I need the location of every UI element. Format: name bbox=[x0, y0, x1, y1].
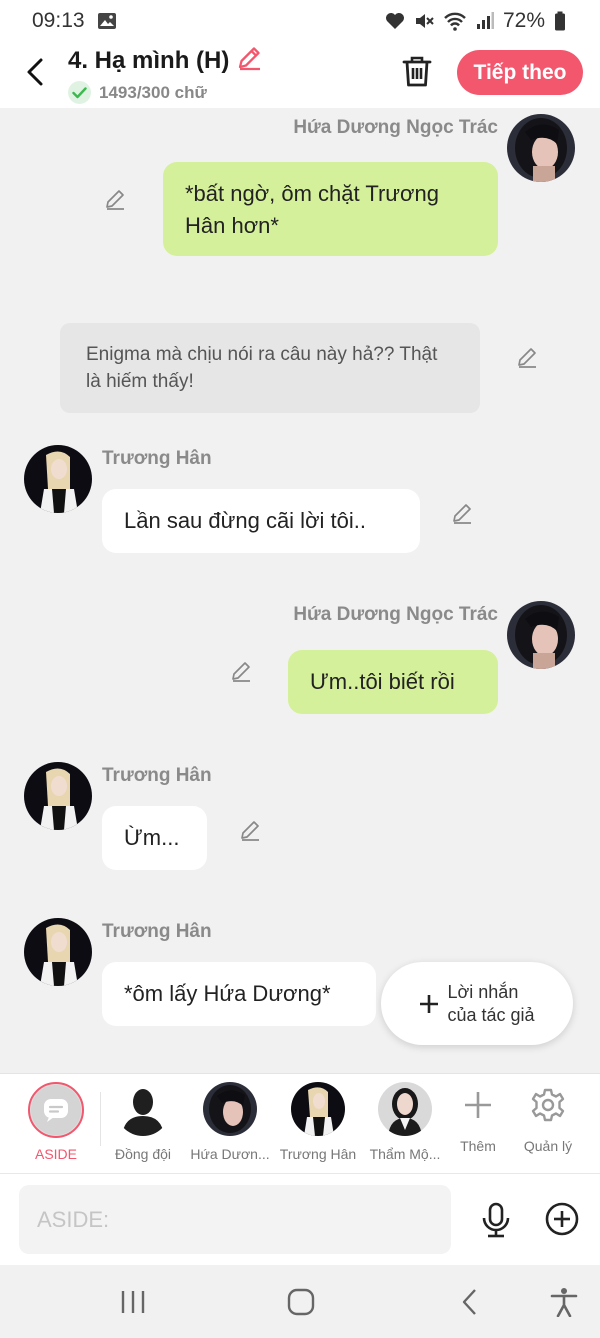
sender-name: Trương Hân bbox=[102, 448, 212, 469]
wifi-icon bbox=[443, 11, 467, 31]
home-button[interactable] bbox=[281, 1285, 321, 1319]
character-tham-mo[interactable]: Thẩm Mộ... bbox=[365, 1082, 445, 1162]
title-block: 4. Hạ mình (H) 1493/300 chữ bbox=[68, 44, 263, 104]
author-note-button[interactable]: Lời nhắn của tác giả bbox=[381, 962, 573, 1045]
add-attachment-button[interactable] bbox=[544, 1201, 580, 1237]
silhouette-icon bbox=[116, 1082, 170, 1136]
home-icon bbox=[287, 1288, 315, 1316]
author-note-label-2: của tác giả bbox=[447, 1004, 535, 1025]
chevron-left-icon bbox=[462, 1289, 476, 1315]
accessibility-button[interactable] bbox=[544, 1285, 584, 1319]
battery-icon bbox=[554, 11, 566, 31]
plus-icon bbox=[451, 1082, 505, 1128]
character-aside[interactable]: ASIDE bbox=[16, 1082, 96, 1162]
sender-name: Hứa Dương Ngọc Trác bbox=[293, 117, 498, 138]
avatar bbox=[203, 1082, 257, 1136]
manage-button[interactable]: Quản lý bbox=[508, 1082, 588, 1154]
author-note-label-1: Lời nhắn bbox=[447, 981, 519, 1002]
chapter-header: 4. Hạ mình (H) 1493/300 chữ Tiếp theo bbox=[0, 42, 600, 108]
microphone-icon bbox=[482, 1202, 510, 1238]
avatar-hua-duong[interactable] bbox=[507, 114, 575, 182]
narration-bubble[interactable]: Enigma mà chịu nói ra câu này hả?? Thật … bbox=[60, 323, 480, 413]
plus-icon bbox=[420, 994, 439, 1013]
character-label: Trương Hân bbox=[279, 1146, 357, 1162]
plus-circle-icon bbox=[545, 1202, 579, 1236]
heart-icon bbox=[385, 12, 405, 30]
message-bubble[interactable]: Ưm..tôi biết rồi bbox=[288, 650, 498, 714]
avatar-truong-han[interactable] bbox=[24, 918, 92, 986]
message-bubble[interactable]: Ừm... bbox=[102, 806, 207, 870]
mute-icon bbox=[414, 11, 434, 31]
message-bubble[interactable]: *bất ngờ, ôm chặt Trương Hân hơn* bbox=[163, 162, 498, 256]
microphone-button[interactable] bbox=[478, 1200, 514, 1240]
accessibility-icon bbox=[550, 1288, 578, 1317]
sender-name: Hứa Dương Ngọc Trác bbox=[293, 604, 498, 625]
character-truong-han[interactable]: Trương Hân bbox=[278, 1082, 358, 1162]
trash-icon bbox=[402, 56, 432, 87]
gallery-icon bbox=[97, 11, 117, 31]
character-bar: ASIDE Đồng đội Hứa Dươn... Trương Hân Th… bbox=[0, 1073, 600, 1173]
signal-icon bbox=[476, 12, 494, 30]
avatar-hua-duong[interactable] bbox=[507, 601, 575, 669]
character-label: Thêm bbox=[460, 1138, 496, 1154]
delete-button[interactable] bbox=[398, 52, 436, 90]
word-count: 1493/300 chữ bbox=[99, 82, 207, 102]
character-label: Thẩm Mộ... bbox=[369, 1146, 441, 1162]
recent-apps-icon bbox=[121, 1291, 145, 1313]
sender-name: Trương Hân bbox=[102, 765, 212, 786]
back-button[interactable] bbox=[20, 54, 50, 90]
avatar-truong-han[interactable] bbox=[24, 445, 92, 513]
system-back-button[interactable] bbox=[450, 1285, 490, 1319]
message-bubble[interactable]: Lần sau đừng cãi lời tôi.. bbox=[102, 489, 420, 553]
character-hua-duong[interactable]: Hứa Dươn... bbox=[190, 1082, 270, 1162]
battery-percent: 72% bbox=[502, 9, 545, 32]
character-label: Quản lý bbox=[523, 1138, 573, 1154]
character-dong-doi[interactable]: Đồng đội bbox=[103, 1082, 183, 1162]
edit-message-icon[interactable] bbox=[514, 344, 540, 370]
status-bar: 09:13 72% bbox=[0, 0, 600, 42]
edit-message-icon[interactable] bbox=[449, 500, 475, 526]
avatar bbox=[291, 1082, 345, 1136]
chevron-left-icon bbox=[27, 58, 43, 86]
edit-message-icon[interactable] bbox=[102, 186, 128, 212]
edit-message-icon[interactable] bbox=[237, 817, 263, 843]
avatar-truong-han[interactable] bbox=[24, 762, 92, 830]
chat-area[interactable]: Hứa Dương Ngọc Trác *bất ngờ, ôm chặt Tr… bbox=[0, 108, 600, 1073]
avatar bbox=[378, 1082, 432, 1136]
character-label: Hứa Dươn... bbox=[190, 1146, 270, 1162]
chapter-title: 4. Hạ mình (H) bbox=[68, 46, 230, 74]
sender-name: Trương Hân bbox=[102, 921, 212, 942]
character-label: Đồng đội bbox=[114, 1146, 172, 1162]
system-nav-bar bbox=[0, 1265, 600, 1338]
recent-apps-button[interactable] bbox=[113, 1285, 153, 1319]
divider bbox=[100, 1092, 101, 1146]
aside-input[interactable] bbox=[19, 1185, 451, 1254]
edit-message-icon[interactable] bbox=[228, 658, 254, 684]
input-row bbox=[0, 1173, 600, 1265]
gear-icon bbox=[521, 1082, 575, 1128]
check-icon bbox=[68, 81, 91, 104]
add-character-button[interactable]: Thêm bbox=[438, 1082, 518, 1154]
status-time: 09:13 bbox=[32, 9, 85, 32]
character-label: ASIDE bbox=[34, 1146, 77, 1162]
chat-bubble-icon bbox=[44, 1099, 68, 1122]
next-button[interactable]: Tiếp theo bbox=[457, 50, 583, 95]
edit-title-icon[interactable] bbox=[235, 44, 263, 77]
message-bubble[interactable]: *ôm lấy Hứa Dương* bbox=[102, 962, 376, 1026]
